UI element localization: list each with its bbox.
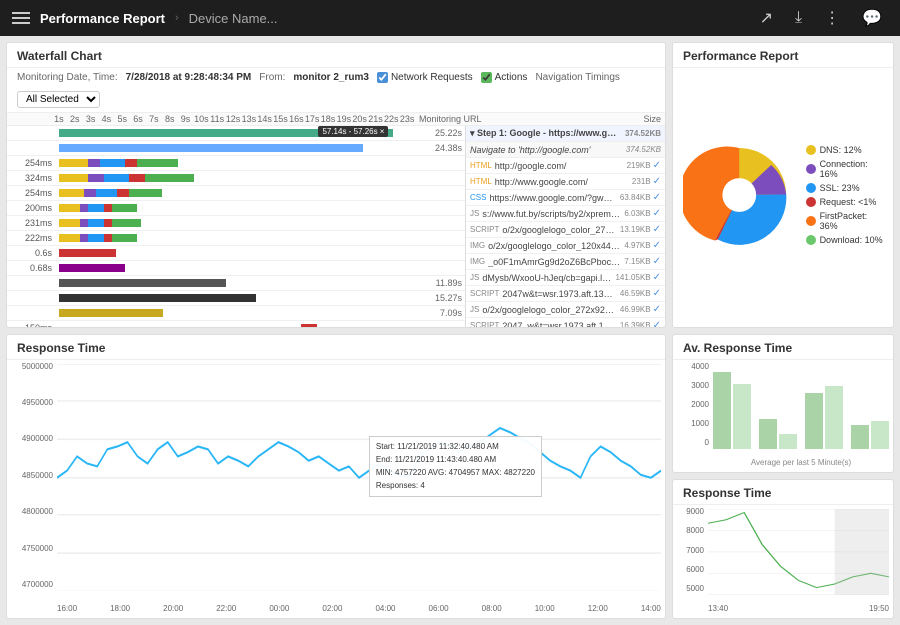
url-row-8[interactable]: JS dMysb/WxooU-hJeq/cb=gapi.loaded_0 141… bbox=[466, 270, 665, 286]
waterfall-controls: Monitoring Date, Time: 7/28/2018 at 9:28… bbox=[7, 68, 665, 113]
wf-row-13: 150ms bbox=[7, 321, 465, 328]
actions-toggle[interactable]: Actions bbox=[481, 72, 528, 83]
response-left-svg bbox=[57, 364, 661, 592]
wf-row-7: 222ms bbox=[7, 231, 465, 246]
avg-title-text: Av. Response Time bbox=[683, 341, 792, 355]
response-right-title-text: Response Time bbox=[683, 486, 771, 500]
wf-row-6: 231ms bbox=[7, 216, 465, 231]
url-row-4[interactable]: JS s://www.fut.by/scripts/by2/xpremius.j… bbox=[466, 206, 665, 222]
waterfall-tooltip[interactable]: 57.14s - 57.26s × bbox=[318, 126, 388, 137]
download-icon[interactable]: ⤓ bbox=[789, 9, 808, 27]
actions-checkbox[interactable] bbox=[481, 72, 492, 83]
pie-title-text: Performance Report bbox=[683, 49, 798, 63]
waterfall-title-text: Waterfall Chart bbox=[17, 49, 102, 63]
pie-legend: DNS: 12% Connection: 16% SSL: 23% Reques… bbox=[806, 145, 883, 245]
response-right-svg bbox=[708, 509, 889, 595]
avg-response-panel: Av. Response Time 4000 3000 2000 1000 0 bbox=[672, 334, 894, 474]
url-row-7[interactable]: IMG _o0F1mAmrGg9d2oZ6BcPbocbnztiNg 7.15K… bbox=[466, 254, 665, 270]
pie-chart bbox=[683, 135, 796, 255]
response-right-panel: Response Time 9000 8000 7000 6000 5000 bbox=[672, 479, 894, 619]
response-right-chart: 9000 8000 7000 6000 5000 bbox=[673, 505, 893, 615]
chart-tooltip: Start: 11/21/2019 11:32:40.480 AM End: 1… bbox=[369, 436, 542, 497]
app-title: Performance Report bbox=[40, 11, 165, 26]
url-row-2[interactable]: HTML http://www.google.com/ 231B ✓ bbox=[466, 174, 665, 190]
network-requests-checkbox[interactable] bbox=[377, 72, 388, 83]
right-bottom-panels: Av. Response Time 4000 3000 2000 1000 0 bbox=[672, 334, 894, 620]
response-left-title-text: Response Time bbox=[17, 341, 105, 355]
url-row-3[interactable]: CSS https://www.google.com/?gws_rd=ssl 6… bbox=[466, 190, 665, 206]
actions-label: Actions bbox=[495, 72, 528, 83]
pie-panel-title: Performance Report bbox=[673, 43, 893, 68]
avg-x-label: Average per last 5 Minute(s) bbox=[713, 458, 889, 467]
network-requests-toggle[interactable]: Network Requests bbox=[377, 72, 473, 83]
url-row-5[interactable]: SCRIPT o/2x/googlelogo_color_272x92dp.pn… bbox=[466, 222, 665, 238]
url-step-header[interactable]: ▾ Step 1: Google - https://www.google.co… bbox=[466, 126, 665, 142]
url-row-1[interactable]: HTML http://google.com/ 219KB ✓ bbox=[466, 158, 665, 174]
wf-row-8: 0.6s bbox=[7, 246, 465, 261]
url-row-9[interactable]: SCRIPT 2047w&t=wsr.1973.aft.1381.prt.396… bbox=[466, 286, 665, 302]
more-icon[interactable]: ⋮ bbox=[818, 8, 846, 28]
wf-row-10: 11.89s bbox=[7, 276, 465, 291]
wf-row-2: 254ms bbox=[7, 156, 465, 171]
nav-timings-select[interactable]: All Selected bbox=[17, 91, 100, 108]
topbar: Performance Report › Device Name... ↗ ⤓ … bbox=[0, 0, 900, 36]
wf-row-9: 0.68s bbox=[7, 261, 465, 276]
wf-row-1: 24.38s bbox=[7, 141, 465, 156]
bar-area: 57.14s - 57.26s × 25.22s 24.38s bbox=[7, 126, 465, 328]
pie-chart-container: DNS: 12% Connection: 16% SSL: 23% Reques… bbox=[673, 68, 893, 322]
avg-chart-area: 4000 3000 2000 1000 0 bbox=[673, 360, 893, 470]
response-right-y-axis: 9000 8000 7000 6000 5000 bbox=[673, 505, 708, 595]
avg-bars bbox=[713, 364, 889, 450]
main-content: Waterfall Chart Monitoring Date, Time: 7… bbox=[0, 36, 900, 625]
monitoring-date-label: Monitoring Date, Time: bbox=[17, 72, 118, 83]
wf-row-0: 25.22s bbox=[7, 126, 465, 141]
nav-timings-label: Navigation Timings bbox=[535, 72, 619, 83]
pie-panel: Performance Report bbox=[672, 42, 894, 328]
share-icon[interactable]: ↗ bbox=[754, 8, 779, 28]
response-left-chart: 5000000 4950000 4900000 4850000 4800000 … bbox=[7, 360, 665, 616]
response-time-left-panel: Response Time 5000000 4950000 4900000 48… bbox=[6, 334, 666, 620]
device-name: Device Name... bbox=[189, 11, 278, 26]
url-row-11[interactable]: SCRIPT 2047_w&t=wsr.1973.aft.1381.prt.39… bbox=[466, 318, 665, 328]
monitoring-date-value: 7/28/2018 at 9:28:48:34 PM bbox=[126, 72, 252, 83]
url-row-6[interactable]: IMG o/2x/googlelogo_color_120x44do.png 4… bbox=[466, 238, 665, 254]
from-value: monitor 2_rum3 bbox=[293, 72, 369, 83]
response-right-title: Response Time bbox=[673, 480, 893, 505]
network-requests-label: Network Requests bbox=[391, 72, 473, 83]
hamburger-menu[interactable] bbox=[12, 12, 30, 24]
y-axis-left: 5000000 4950000 4900000 4850000 4800000 … bbox=[7, 360, 57, 592]
avg-panel-title: Av. Response Time bbox=[673, 335, 893, 360]
response-right-x-axis: 13:40 19:50 bbox=[708, 604, 889, 613]
from-label: From: bbox=[259, 72, 285, 83]
wf-row-5: 200ms bbox=[7, 201, 465, 216]
x-axis-left: 16:0018:0020:0022:0000:0002:0004:0006:00… bbox=[57, 604, 661, 613]
wf-row-4: 254ms bbox=[7, 186, 465, 201]
response-left-title: Response Time bbox=[7, 335, 665, 360]
timeline-header: 1s 2s 3s 4s 5s 6s 7s 8s 9s 10s 11s 12s 1… bbox=[51, 114, 415, 124]
breadcrumb-separator: › bbox=[175, 12, 179, 24]
avg-y-axis: 4000 3000 2000 1000 0 bbox=[673, 360, 713, 450]
waterfall-title: Waterfall Chart bbox=[7, 43, 665, 68]
waterfall-panel: Waterfall Chart Monitoring Date, Time: 7… bbox=[6, 42, 666, 328]
url-navigate[interactable]: Navigate to 'http://google.com' 374.52KB bbox=[466, 142, 665, 158]
wf-row-3: 324ms bbox=[7, 171, 465, 186]
waterfall-body: 57.14s - 57.26s × 25.22s 24.38s bbox=[7, 126, 665, 328]
url-row-10[interactable]: JS o/2x/googlelogo_color_272x92dp.png 46… bbox=[466, 302, 665, 318]
wf-row-12: 7.09s bbox=[7, 306, 465, 321]
chat-icon[interactable]: 💬 bbox=[856, 8, 888, 28]
wf-row-11: 15.27s bbox=[7, 291, 465, 306]
url-panel: ▾ Step 1: Google - https://www.google.co… bbox=[465, 126, 665, 328]
